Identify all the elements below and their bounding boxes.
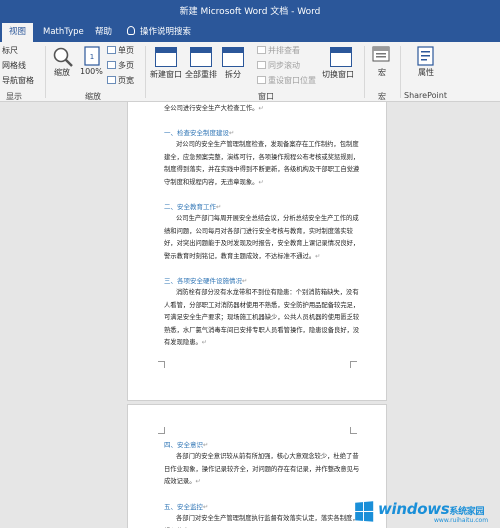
navigation-pane-checkbox[interactable]: 导航窗格 <box>2 75 34 86</box>
watermark-url: www.ruihaitu.com <box>434 517 489 524</box>
new-window-icon <box>155 47 177 67</box>
group-divider <box>45 46 46 98</box>
document-area[interactable]: 全公司进行安全生产大检查工作。↵ 一、检查安全制度建设↵ 对公司的安全生产管理制… <box>0 102 500 528</box>
switch-windows-button[interactable] <box>330 47 352 67</box>
side-by-side-icon <box>257 46 266 54</box>
page-width-icon <box>107 76 116 84</box>
split-icon <box>222 47 244 67</box>
margin-mark <box>158 361 165 368</box>
zoom-group-label: 缩放 <box>85 92 101 101</box>
group-divider <box>364 46 365 98</box>
watermark-brand: windows系统家园 <box>378 500 485 518</box>
sync-scroll-label: 同步滚动 <box>268 61 300 70</box>
macro-icon <box>372 46 390 62</box>
heading-3-text: 三、各项安全硬件设施情况 <box>164 277 242 285</box>
macros-label: 宏 <box>378 68 386 77</box>
reset-position-icon <box>257 76 266 84</box>
svg-text:1: 1 <box>90 53 94 61</box>
reset-window-position-button[interactable]: 重设窗口位置 <box>257 75 316 86</box>
view-side-by-side-button[interactable]: 并排查看 <box>257 45 300 56</box>
window-title: 新建 Microsoft Word 文档 - Word <box>179 7 321 17</box>
tell-me-label: 操作说明搜索 <box>140 27 192 37</box>
gridlines-checkbox[interactable]: 网格线 <box>2 60 26 71</box>
margin-mark <box>350 361 357 368</box>
heading-4: 四、安全意识↵ <box>164 441 209 449</box>
sharepoint-group-label: SharePoint <box>404 91 447 100</box>
side-by-side-label: 并排查看 <box>268 46 300 55</box>
macros-group-label: 宏 <box>378 92 386 101</box>
arrange-all-icon <box>190 47 212 67</box>
multiple-pages-label: 多页 <box>118 61 134 70</box>
paragraph-4-text: 各部门的安全意识较从前有所加强，核心大意观念较少，杜绝了昔日作业现象，操作记录较… <box>164 453 360 485</box>
paragraph-5: 各部门对安全生产管理制度执行监督有效落实认定，落实各制度，规程的自 <box>164 513 360 528</box>
split-button[interactable] <box>222 47 244 67</box>
tell-me-search[interactable]: 操作说明搜索 <box>120 23 198 42</box>
tab-mathtype[interactable]: MathType <box>36 23 91 42</box>
one-page-icon <box>107 46 116 54</box>
sync-scroll-icon <box>257 61 266 69</box>
properties-icon <box>417 46 434 66</box>
lightbulb-icon <box>127 26 135 35</box>
zoom-label: 缩放 <box>54 68 70 77</box>
paragraph-5-text: 各部门对安全生产管理制度执行监督有效落实认定，落实各制度，规程的自 <box>164 515 359 528</box>
heading-2: 二、安全教育工作↵ <box>164 203 222 211</box>
heading-1-text: 一、检查安全制度建设 <box>164 129 229 137</box>
ribbon: 标尺 网格线 导航窗格 显示 缩放 1 100% 单页 多页 页宽 缩放 新建窗… <box>0 42 500 102</box>
synchronous-scrolling-button[interactable]: 同步滚动 <box>257 60 300 71</box>
heading-5-text: 五、安全监控 <box>164 503 203 511</box>
split-label: 拆分 <box>225 70 241 79</box>
page-100-icon: 1 <box>84 46 100 66</box>
paragraph-4: 各部门的安全意识较从前有所加强，核心大意观念较少，杜绝了昔日作业现象，操作记录较… <box>164 453 360 485</box>
page-width-label: 页宽 <box>118 76 134 85</box>
properties-label: 属性 <box>418 68 434 77</box>
heading-5: 五、安全监控↵ <box>164 503 209 511</box>
heading-1: 一、检查安全制度建设↵ <box>164 129 235 137</box>
heading-3: 三、各项安全硬件设施情况↵ <box>164 277 248 285</box>
paragraph-1: 对公司的安全生产管理制度检查，发现备案存在工作制约，包制度建全，应急预案完整，演… <box>164 141 360 186</box>
one-page-label: 单页 <box>118 46 134 55</box>
new-window-button[interactable] <box>155 47 177 67</box>
document-page-2[interactable]: 四、安全意识↵ 各部门的安全意识较从前有所加强，核心大意观念较少，杜绝了昔日作业… <box>127 404 387 528</box>
tab-help[interactable]: 帮助 <box>88 23 119 42</box>
arrange-all-button[interactable] <box>190 47 212 67</box>
group-divider <box>145 46 146 98</box>
magnifier-icon <box>53 47 73 67</box>
group-divider <box>400 46 401 98</box>
margin-mark <box>350 427 357 434</box>
tab-view[interactable]: 视图 <box>2 23 34 42</box>
paragraph-2: 公司生产部门每周开展安全总结会议，分析总结安全生产工作的成绩和问题，公司每月对各… <box>164 215 360 260</box>
site-watermark: windows系统家园 www.ruihaitu.com <box>350 497 500 528</box>
page-width-button[interactable]: 页宽 <box>107 75 134 86</box>
heading-2-text: 二、安全教育工作 <box>164 203 216 211</box>
zoom-100-label: 100% <box>80 67 103 76</box>
document-page-1[interactable]: 全公司进行安全生产大检查工作。↵ 一、检查安全制度建设↵ 对公司的安全生产管理制… <box>127 102 387 401</box>
windows-logo-icon <box>355 501 374 523</box>
switch-windows-label: 切换窗口 <box>322 70 354 79</box>
paragraph-2-text: 公司生产部门每周开展安全总结会议，分析总结安全生产工作的成绩和问题，公司每月对各… <box>164 215 360 260</box>
ruler-checkbox[interactable]: 标尺 <box>2 45 18 56</box>
title-bar: 新建 Microsoft Word 文档 - Word <box>0 0 500 20</box>
one-page-button[interactable]: 单页 <box>107 45 134 56</box>
paragraph-3-text: 消防栓有部分没有水龙带和不到位有隐患：个别消防箱缺失，没有人看管，分部职工对消防… <box>164 289 360 346</box>
paragraph-3: 消防栓有部分没有水龙带和不到位有隐患：个别消防箱缺失，没有人看管，分部职工对消防… <box>164 289 360 346</box>
multiple-pages-button[interactable]: 多页 <box>107 60 134 71</box>
switch-windows-icon <box>330 47 352 67</box>
watermark-brand-text: windows <box>378 500 450 518</box>
intro-text: 全公司进行安全生产大检查工作。 <box>164 105 259 112</box>
margin-mark <box>158 427 165 434</box>
heading-4-text: 四、安全意识 <box>164 441 203 449</box>
arrange-all-label: 全部重排 <box>185 70 217 79</box>
new-window-label: 新建窗口 <box>150 70 182 79</box>
window-group-label: 窗口 <box>258 92 274 101</box>
watermark-suffix: 系统家园 <box>449 507 485 517</box>
paragraph-intro: 全公司进行安全生产大检查工作。↵ <box>164 105 264 112</box>
reset-position-label: 重设窗口位置 <box>268 76 316 85</box>
ribbon-tab-bar: 视图 MathType 帮助 操作说明搜索 <box>0 20 500 42</box>
show-group-label: 显示 <box>6 92 22 101</box>
multiple-pages-icon <box>107 61 116 69</box>
